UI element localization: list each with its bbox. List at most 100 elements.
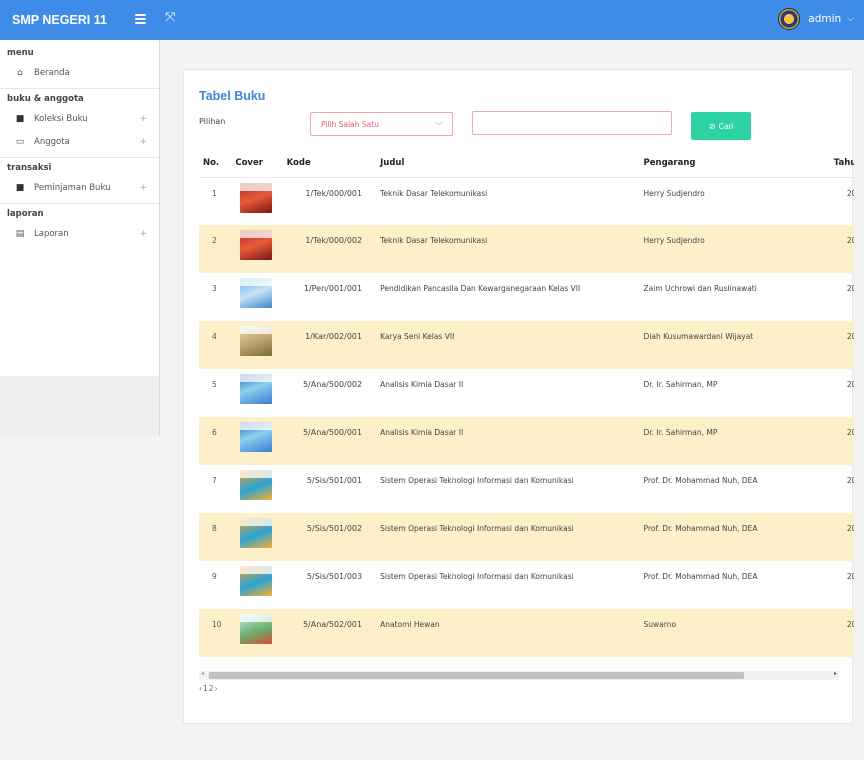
cell-pengarang: Dr. Ir. Sahirman, MP — [643, 380, 718, 389]
cell-judul: Anatomi Hewan — [372, 609, 644, 657]
column-header-tahun-terbit: Tahun Terbit — [803, 150, 854, 178]
chevron-down-icon[interactable]: ⌵ — [847, 14, 854, 24]
cell-cover — [235, 513, 287, 561]
cell-tahun-terbit: 2013 — [803, 417, 854, 465]
sidebar-heading-laporan: laporan — [7, 209, 44, 219]
cell-pengarang: Herry Sudjendro — [643, 188, 705, 198]
column-header-judul: Judul — [372, 150, 644, 178]
id-card-icon: ▭ — [15, 136, 25, 147]
sidebar-item-label: Anggota — [34, 136, 70, 147]
scroll-right-icon[interactable]: ▸ — [834, 670, 837, 677]
table-row[interactable]: 2 1/Tek/000/002 Teknik Dasar Telekomunikas… — [199, 225, 854, 273]
table-row[interactable]: 8 5/Sis/501/002 Sistem Operasi Teknologi I… — [199, 513, 854, 561]
cell-pengarang: Dr. Ir. Sahirman, MP — [643, 417, 804, 465]
cell-tahun-terbit: 2013 — [846, 572, 854, 581]
cell-tahun-terbit: 2013 — [803, 513, 854, 561]
expand-plus-icon[interactable]: + — [139, 229, 147, 239]
avatar[interactable] — [778, 8, 801, 30]
page-title: Tabel Buku — [199, 89, 266, 103]
cell-pengarang: Diah Kusumawardani Wijayat — [643, 321, 804, 369]
sidebar-item-label: Koleksi Buku — [34, 113, 88, 124]
table-row[interactable]: 9 5/Sis/501/003 Sistem Operasi Teknologi I… — [199, 561, 854, 609]
sidebar-item-laporan[interactable]: ▤ Laporan + — [0, 222, 159, 245]
cell-judul: Sistem Operasi Teknologi Informasi dan K… — [372, 513, 644, 561]
cell-kode: 5/Sis/501/002 — [286, 513, 373, 561]
table-row[interactable]: 6 5/Ana/500/001 Analisis Kimia Dasar II Dr.… — [199, 417, 854, 465]
cell-kode: 1/Tek/000/001 — [305, 188, 363, 198]
expand-plus-icon[interactable]: + — [139, 183, 147, 193]
scroll-left-icon[interactable]: ◂ — [201, 670, 204, 677]
cell-tahun-terbit: 2013 — [846, 380, 854, 389]
scrollbar-thumb[interactable] — [209, 672, 744, 679]
filter-select-value: Pilih Salah Satu — [321, 120, 379, 129]
book-cover-image — [240, 422, 273, 452]
user-menu[interactable]: admin ⌵ — [778, 8, 854, 30]
cell-kode: 1/Kar/002/001 — [286, 321, 373, 369]
sidebar-item-beranda[interactable]: ⌂ Beranda — [0, 61, 159, 84]
expand-plus-icon[interactable]: + — [139, 114, 147, 124]
cell-tahun-terbit: 2013 — [846, 188, 854, 198]
cell-no: 2 — [199, 225, 236, 273]
cell-no: 1 — [212, 188, 217, 198]
search-input[interactable] — [472, 111, 672, 135]
sidebar-item-label: Laporan — [34, 228, 69, 239]
cell-pengarang: Prof. Dr. Mohammad Nuh, DEA — [643, 572, 758, 581]
cell-pengarang: Suwarno — [643, 609, 804, 657]
cell-kode: 1/Tek/000/002 — [286, 225, 373, 273]
cell-cover — [235, 465, 286, 513]
expand-plus-icon[interactable]: + — [139, 137, 147, 147]
cell-judul: Sistem Operasi Teknologi Informasi dan K… — [380, 572, 574, 581]
cell-judul: Karya Seni Kelas VII — [372, 321, 644, 369]
cell-no: 7 — [212, 476, 217, 485]
cell-tahun-terbit: 2021 — [846, 284, 854, 293]
table-row[interactable]: 4 1/Kar/002/001 Karya Seni Kelas VII Diah K… — [199, 321, 854, 369]
cell-no: 3 — [212, 284, 217, 293]
horizontal-scrollbar[interactable]: ◂ ▸ — [199, 670, 839, 680]
sidebar-item-koleksi-buku[interactable]: ■ Koleksi Buku + — [0, 107, 159, 130]
cell-cover — [235, 225, 287, 273]
cell-tahun-terbit: 2013 — [803, 225, 854, 273]
cell-cover — [235, 369, 286, 417]
grid-icon: ■ — [15, 113, 25, 124]
cell-cover — [235, 609, 287, 657]
cell-kode: 5/Sis/501/001 — [306, 476, 363, 485]
cell-tahun-terbit: 2013 — [846, 476, 854, 485]
cell-no: 9 — [212, 572, 217, 581]
cell-tahun-terbit: 2012 — [803, 609, 854, 657]
cell-tahun-terbit: 2021 — [803, 321, 854, 369]
column-header-cover: Cover — [235, 150, 287, 178]
table-row[interactable]: 3 1/Pen/001/001 Pendidikan Pancasila Dan K… — [199, 273, 854, 321]
user-name[interactable]: admin — [808, 13, 841, 25]
pagination-prev[interactable]: ‹ — [199, 684, 202, 693]
table-row[interactable]: 10 5/Ana/502/001Anatomi HewanSuwarno2012 — [199, 609, 854, 657]
cell-kode: 5/Ana/500/001 — [286, 417, 373, 465]
books-table-container[interactable]: No. Cover Kode Judul Pengarang Tahun Ter… — [199, 150, 854, 665]
filter-select[interactable]: Pilih Salah Satu ⌵ — [310, 112, 453, 136]
cell-pengarang: Herry Sudjendro — [643, 225, 804, 273]
cell-cover — [235, 561, 286, 609]
divider — [0, 157, 159, 158]
book-cover-image — [240, 182, 273, 213]
pagination-page-1[interactable]: 1 — [203, 684, 208, 693]
cell-no: 8 — [199, 513, 236, 561]
fullscreen-icon[interactable]: ⤧ — [165, 10, 175, 25]
table-row[interactable]: 5 5/Ana/500/002 Analisis Kimia Dasar II Dr.… — [199, 369, 854, 417]
book-cover-image — [240, 518, 273, 548]
sidebar-item-anggota[interactable]: ▭ Anggota + — [0, 130, 159, 153]
cell-no: 5 — [212, 380, 217, 389]
pagination-next[interactable]: › — [215, 684, 218, 693]
home-icon: ⌂ — [17, 67, 23, 78]
table-header-row: No. Cover Kode Judul Pengarang Tahun Ter… — [199, 150, 854, 178]
menu-toggle-icon[interactable] — [135, 14, 146, 24]
cell-cover — [235, 177, 286, 225]
cell-judul: Sistem Operasi Teknologi Informasi dan K… — [380, 476, 574, 485]
table-row[interactable]: 7 5/Sis/501/001 Sistem Operasi Teknologi I… — [199, 465, 854, 513]
book-cover-image — [240, 230, 273, 260]
books-card: Tabel Buku Pilihan Pilih Salah Satu ⌵ ⊘ … — [183, 69, 854, 724]
table-row[interactable]: 1 1/Tek/000/001 Teknik Dasar Telekomunikas… — [199, 177, 854, 225]
cell-judul: Pendidikan Pancasila Dan Kewarganegaraan… — [380, 284, 581, 293]
sidebar-item-peminjaman-buku[interactable]: ■ Peminjaman Buku + — [0, 176, 159, 199]
pagination-page-2[interactable]: 2 — [209, 684, 214, 693]
book-cover-image — [240, 470, 273, 500]
search-button[interactable]: ⊘ Cari — [691, 112, 751, 140]
